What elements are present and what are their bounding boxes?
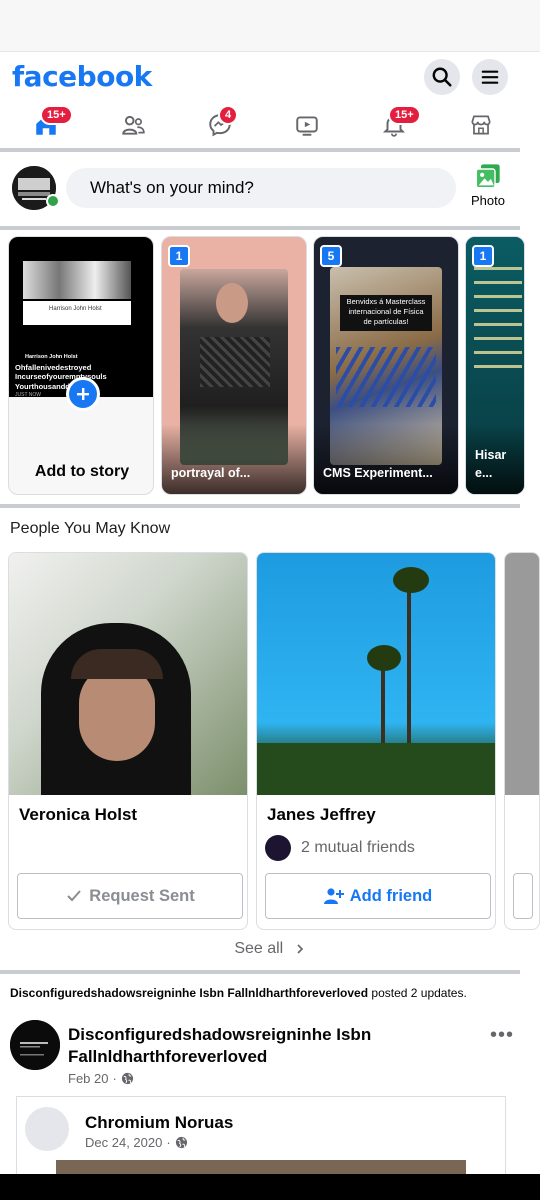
posted-suffix: posted 2 updates.	[371, 986, 467, 1000]
tab-messages[interactable]: 4	[200, 105, 240, 142]
story-caption: Hisar e...	[475, 448, 507, 480]
request-sent-label: Request Sent	[89, 886, 195, 905]
notifications-badge: 15+	[388, 105, 421, 125]
menu-button[interactable]	[472, 59, 508, 95]
see-all-link[interactable]: See all	[0, 940, 540, 958]
mutual-friend-avatar	[265, 835, 291, 861]
globe-icon	[121, 1072, 133, 1085]
messages-badge: 4	[218, 105, 239, 125]
add-person-icon	[323, 888, 344, 904]
story-card[interactable]: Benvidxs á Masterclass internacional de …	[313, 236, 459, 495]
check-icon	[67, 890, 82, 902]
story-card[interactable]: 1 Hisar e...	[465, 236, 525, 495]
add-to-story-label: Add to story	[34, 463, 130, 480]
system-nav-bar	[0, 1174, 540, 1200]
person-card-partial	[504, 552, 540, 930]
pymk-title: People You May Know	[10, 520, 171, 537]
post-meta: Feb 20 ·	[68, 1071, 134, 1086]
tab-notifications[interactable]: 15+	[374, 105, 421, 142]
home-badge: 15+	[40, 105, 73, 125]
friends-icon	[122, 115, 145, 135]
app-header: facebook	[0, 52, 540, 102]
story-inner-line: Harrison John Holst	[25, 354, 78, 360]
post-composer: What's on your mind? Photo	[0, 156, 540, 226]
shared-post-date[interactable]: Dec 24, 2020	[85, 1135, 162, 1150]
person-photo[interactable]	[257, 553, 495, 795]
posted-updates-header: Disconfiguredshadowsreigninhe Isbn Falln…	[10, 986, 530, 1000]
tab-friends[interactable]	[113, 108, 153, 142]
status-bar	[0, 0, 540, 52]
story-inner-line: Ohfallenivedestroyed	[15, 362, 92, 372]
tab-bar: 15+ 4 15+	[0, 102, 540, 148]
story-card-create[interactable]: Harrison John Holst Harrison John Holst …	[8, 236, 154, 495]
shared-author-avatar[interactable]	[25, 1107, 69, 1151]
add-friend-button[interactable]: Add friend	[265, 873, 491, 919]
posted-by-name[interactable]: Disconfiguredshadowsreigninhe Isbn Falln…	[10, 986, 368, 1000]
see-all-label: See all	[234, 940, 284, 957]
story-inner-name: Harrison John Holst	[49, 306, 102, 312]
story-caption: CMS Experiment...	[323, 466, 433, 480]
divider	[0, 226, 520, 230]
person-photo[interactable]	[505, 553, 539, 795]
partial-action-button[interactable]	[513, 873, 533, 919]
marketplace-icon	[471, 115, 491, 135]
plus-icon	[77, 388, 89, 400]
add-story-button[interactable]	[66, 377, 100, 411]
mutual-friends: 2 mutual friends	[265, 835, 415, 861]
whats-on-your-mind-input[interactable]: What's on your mind?	[66, 168, 456, 208]
story-caption: portrayal of...	[171, 466, 251, 480]
story-inner-text: Benvidxs á Masterclass internacional de …	[340, 295, 432, 331]
person-name[interactable]: Janes Jeffrey	[267, 805, 376, 825]
photo-label: Photo	[471, 193, 505, 208]
tab-watch[interactable]	[287, 108, 327, 142]
story-card[interactable]: 1 portrayal of...	[161, 236, 307, 495]
person-photo[interactable]	[9, 553, 247, 795]
divider	[0, 504, 520, 508]
tab-marketplace[interactable]	[461, 108, 501, 142]
globe-icon	[175, 1136, 187, 1149]
shared-author-name[interactable]: Chromium Noruas	[85, 1113, 233, 1133]
stories-tray: Harrison John Holst Harrison John Holst …	[0, 236, 540, 496]
post-options-button[interactable]: •••	[490, 1024, 514, 1047]
facebook-logo: facebook	[12, 60, 152, 93]
post-author-avatar[interactable]	[10, 1020, 60, 1070]
person-card: Janes Jeffrey 2 mutual friends Add frien…	[256, 552, 496, 930]
chevron-right-icon	[297, 944, 303, 954]
post-date[interactable]: Feb 20	[68, 1071, 108, 1086]
story-preview: Harrison John Holst Harrison John Holst …	[9, 237, 153, 398]
story-count-badge: 5	[320, 245, 342, 267]
person-name[interactable]: Veronica Holst	[19, 805, 137, 825]
post-author-name[interactable]: Disconfiguredshadowsreigninhe Isbn Falln…	[68, 1024, 468, 1068]
story-count-badge: 1	[168, 245, 190, 267]
add-friend-label: Add friend	[349, 886, 433, 905]
hamburger-icon	[481, 70, 499, 84]
mutual-friends-count: 2 mutual friends	[301, 839, 415, 856]
photo-button[interactable]: Photo	[466, 162, 510, 208]
story-count-badge: 1	[472, 245, 494, 267]
tab-home[interactable]: 15+	[26, 105, 73, 142]
request-sent-button[interactable]: Request Sent	[17, 873, 243, 919]
search-icon	[432, 67, 452, 87]
divider	[0, 148, 520, 152]
person-card: Veronica Holst Request Sent	[8, 552, 248, 930]
video-icon	[296, 116, 318, 136]
online-indicator	[46, 194, 60, 208]
divider	[0, 970, 520, 974]
search-button[interactable]	[424, 59, 460, 95]
shared-post-meta: Dec 24, 2020 ·	[85, 1135, 188, 1150]
photo-icon	[475, 164, 500, 189]
